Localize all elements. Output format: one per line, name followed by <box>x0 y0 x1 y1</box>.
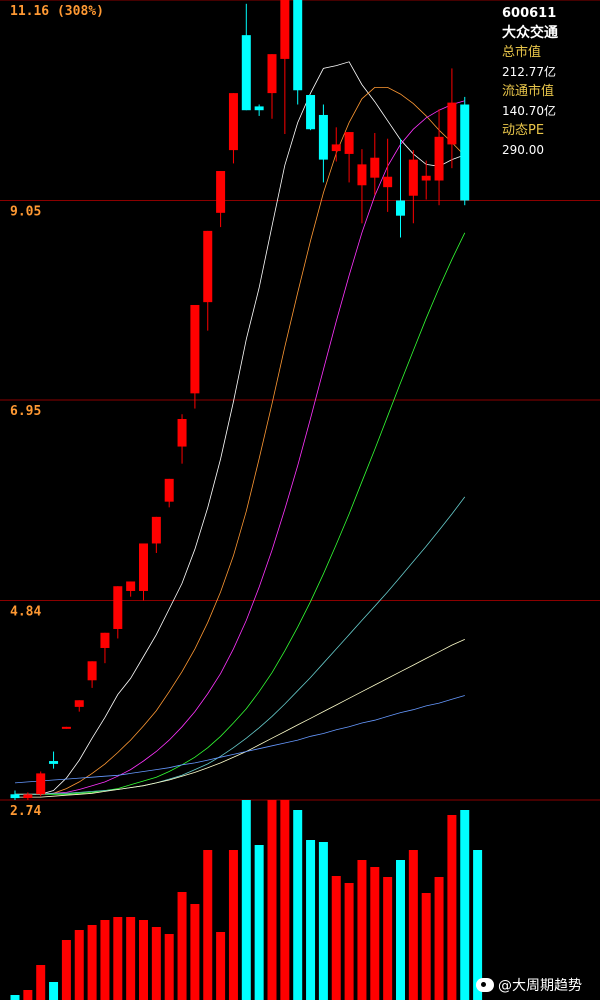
candle-body <box>151 516 161 544</box>
candle-body <box>318 114 328 160</box>
volume-bar <box>177 892 187 1000</box>
volume-bar <box>74 930 84 1000</box>
volume-bar <box>139 920 148 1000</box>
price-label: 2.74 <box>10 804 41 819</box>
price-label: 6.95 <box>10 404 41 419</box>
volume-bar <box>241 800 251 1000</box>
candle-body <box>139 543 148 591</box>
candle-body <box>216 171 226 213</box>
candle-body <box>241 35 251 111</box>
candle-body <box>447 102 457 145</box>
candle-body <box>331 144 341 152</box>
candle-body <box>408 159 418 196</box>
pe-value: 290.00 <box>502 142 544 157</box>
candle-body <box>49 761 59 764</box>
candle-body <box>421 175 431 181</box>
weibo-watermark: @大周期趋势 <box>476 975 582 995</box>
candle-body <box>74 700 84 707</box>
volume-bar <box>228 850 238 1000</box>
volume-bar <box>447 815 457 1000</box>
volume-bar <box>190 904 200 1000</box>
volume-bar <box>331 876 341 1000</box>
candle-body <box>100 632 110 648</box>
candle-body <box>203 230 213 303</box>
candle-body <box>87 661 97 681</box>
price-label: 4.84 <box>10 604 41 619</box>
candle-body <box>370 157 380 178</box>
volume-bar <box>126 917 136 1000</box>
volume-bar <box>36 965 46 1000</box>
volume-bar <box>383 877 393 1000</box>
volume-bar <box>216 932 226 1000</box>
candle-body <box>190 304 200 394</box>
volume-bar <box>151 927 161 1000</box>
volume-bar <box>280 800 290 1000</box>
candle-body <box>126 581 136 591</box>
weibo-icon <box>476 978 494 992</box>
candle-body <box>306 95 316 130</box>
ma-line-1 <box>15 61 465 795</box>
volume-bar <box>10 995 20 1000</box>
volume-bar <box>306 840 316 1000</box>
candle-body <box>164 478 174 502</box>
volume-bar <box>164 934 174 1000</box>
price-label: 11.16 (308%) <box>10 4 104 19</box>
candle-body <box>460 104 470 201</box>
volume-bar <box>61 940 71 1000</box>
candle-body <box>113 586 123 629</box>
candle-body <box>396 200 405 216</box>
candle-body <box>61 726 71 729</box>
ma-line-2 <box>15 87 466 795</box>
volume-bar <box>357 860 367 1000</box>
candle-body <box>357 164 367 186</box>
candle-body <box>434 136 444 181</box>
volume-bar <box>49 982 59 1000</box>
candle-body <box>383 176 393 188</box>
volume-bar <box>434 877 444 1000</box>
ma-line-7 <box>14 695 465 784</box>
volume-bar <box>23 990 33 1000</box>
volume-bar <box>318 842 328 1000</box>
stock-info-panel: 600611 大众交通 总市值 212.77亿 流通市值 140.70亿 动态P… <box>502 4 598 160</box>
stock-code: 600611 <box>502 6 557 21</box>
candle-body <box>344 132 354 154</box>
volume-bar <box>254 845 264 1000</box>
moving-average-lines <box>14 61 466 798</box>
volume-bar <box>396 860 405 1000</box>
float-mcap-value: 140.70亿 <box>502 103 556 118</box>
stock-name: 大众交通 <box>502 24 558 41</box>
ma-line-5 <box>15 496 466 795</box>
candle-body <box>293 0 303 91</box>
volume-bar <box>460 810 470 1000</box>
volume-bar <box>370 867 380 1000</box>
candle-body <box>280 0 290 59</box>
candle-body <box>23 794 33 799</box>
total-mcap-label: 总市值 <box>502 45 542 60</box>
float-mcap-label: 流通市值 <box>502 84 555 99</box>
volume-bar <box>113 917 123 1000</box>
volume-bar <box>203 850 213 1000</box>
watermark-text: @大周期趋势 <box>498 978 582 994</box>
volume-bars <box>10 800 483 1000</box>
ma-line-6 <box>15 639 465 798</box>
volume-bar <box>267 800 277 1000</box>
volume-bar <box>87 925 97 1000</box>
volume-bar <box>293 810 303 1000</box>
candle-body <box>254 106 264 111</box>
volume-bar <box>421 893 431 1000</box>
total-mcap-value: 212.77亿 <box>502 64 556 79</box>
candle-body <box>267 54 277 94</box>
volume-bar <box>408 850 418 1000</box>
volume-bar <box>344 883 354 1000</box>
volume-bar <box>100 920 110 1000</box>
candle-body <box>228 93 238 151</box>
price-labels: 11.16 (308%) 9.05 6.95 4.84 2.74 <box>10 4 104 819</box>
candle-body <box>10 794 20 799</box>
pe-label: 动态PE <box>502 123 545 138</box>
candle-body <box>36 773 46 795</box>
ma-line-4 <box>15 232 466 795</box>
candle-body <box>177 419 187 447</box>
price-label: 9.05 <box>10 204 41 219</box>
